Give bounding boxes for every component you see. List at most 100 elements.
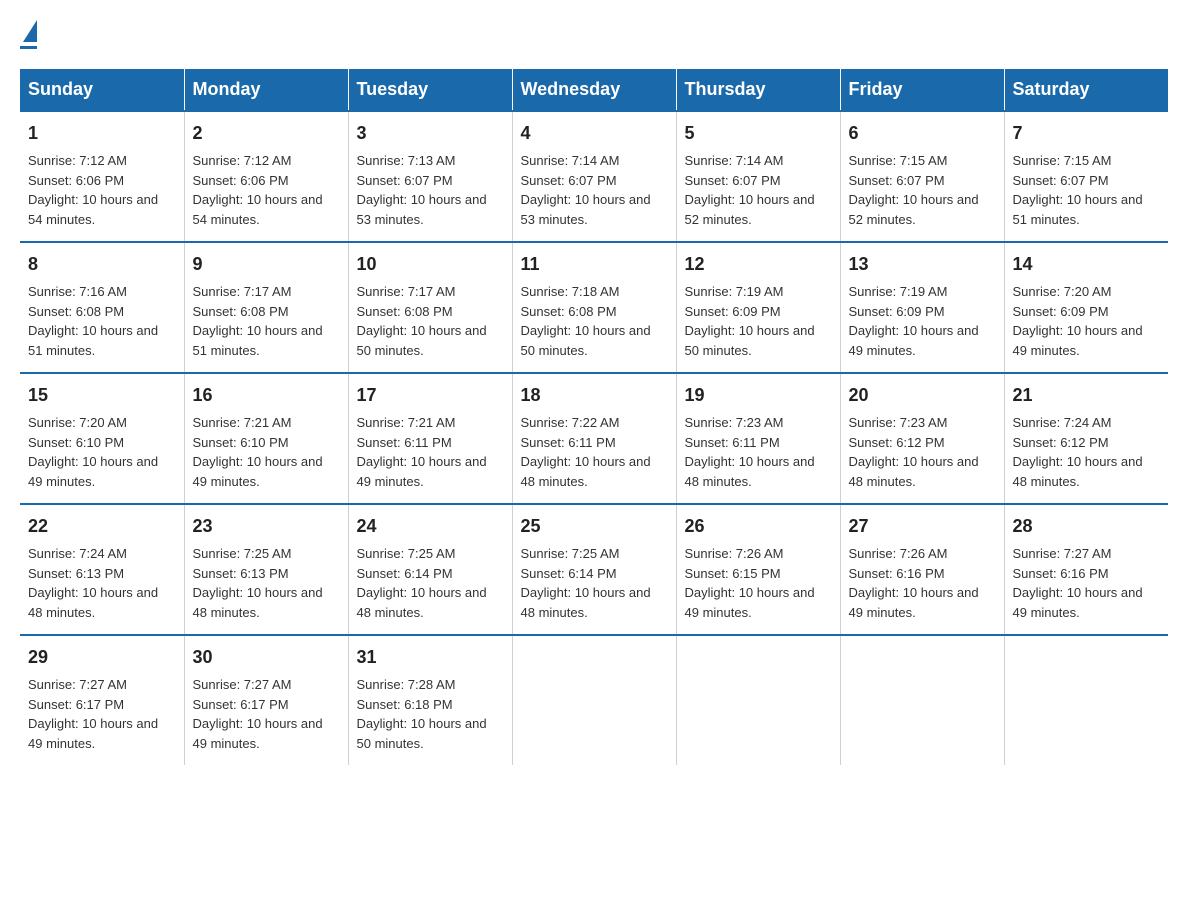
daylight-label: Daylight: 10 hours and 54 minutes. (28, 192, 158, 227)
calendar-cell (512, 635, 676, 765)
daylight-label: Daylight: 10 hours and 52 minutes. (685, 192, 815, 227)
daylight-label: Daylight: 10 hours and 51 minutes. (28, 323, 158, 358)
day-number: 17 (357, 382, 504, 409)
weekday-header-thursday: Thursday (676, 69, 840, 111)
sunset-label: Sunset: 6:08 PM (357, 304, 453, 319)
calendar-cell: 30Sunrise: 7:27 AMSunset: 6:17 PMDayligh… (184, 635, 348, 765)
sunrise-label: Sunrise: 7:27 AM (193, 677, 292, 692)
sunrise-label: Sunrise: 7:24 AM (28, 546, 127, 561)
daylight-label: Daylight: 10 hours and 48 minutes. (357, 585, 487, 620)
daylight-label: Daylight: 10 hours and 48 minutes. (193, 585, 323, 620)
logo-underline (20, 46, 37, 49)
sunrise-label: Sunrise: 7:21 AM (357, 415, 456, 430)
sunset-label: Sunset: 6:07 PM (849, 173, 945, 188)
daylight-label: Daylight: 10 hours and 49 minutes. (1013, 585, 1143, 620)
sunrise-label: Sunrise: 7:16 AM (28, 284, 127, 299)
calendar-cell: 7Sunrise: 7:15 AMSunset: 6:07 PMDaylight… (1004, 111, 1168, 242)
sunset-label: Sunset: 6:07 PM (357, 173, 453, 188)
week-row-5: 29Sunrise: 7:27 AMSunset: 6:17 PMDayligh… (20, 635, 1168, 765)
day-number: 3 (357, 120, 504, 147)
weekday-header-tuesday: Tuesday (348, 69, 512, 111)
sunrise-label: Sunrise: 7:27 AM (1013, 546, 1112, 561)
weekday-header-monday: Monday (184, 69, 348, 111)
calendar-cell: 26Sunrise: 7:26 AMSunset: 6:15 PMDayligh… (676, 504, 840, 635)
calendar-cell: 24Sunrise: 7:25 AMSunset: 6:14 PMDayligh… (348, 504, 512, 635)
week-row-3: 15 Sunrise: 7:20 AM Sunset: 6:10 PM Dayligh… (20, 373, 1168, 504)
logo-triangle-icon (23, 20, 37, 42)
sunrise-label: Sunrise: 7:25 AM (357, 546, 456, 561)
day-number: 10 (357, 251, 504, 278)
daylight-label: Daylight: 10 hours and 49 minutes. (28, 454, 158, 489)
daylight-label: Daylight: 10 hours and 50 minutes. (357, 323, 487, 358)
sunset-label: Sunset: 6:09 PM (685, 304, 781, 319)
sunset-label: Sunset: 6:12 PM (849, 435, 945, 450)
week-row-2: 8Sunrise: 7:16 AMSunset: 6:08 PMDaylight… (20, 242, 1168, 373)
sunset-label: Sunset: 6:06 PM (28, 173, 124, 188)
daylight-label: Daylight: 10 hours and 50 minutes. (357, 716, 487, 751)
daylight-label: Daylight: 10 hours and 52 minutes. (849, 192, 979, 227)
weekday-header-saturday: Saturday (1004, 69, 1168, 111)
calendar-cell: 10 Sunrise: 7:17 AM Sunset: 6:08 PM Dayligh… (348, 242, 512, 373)
day-number: 21 (1013, 382, 1161, 409)
calendar-cell: 2Sunrise: 7:12 AMSunset: 6:06 PMDaylight… (184, 111, 348, 242)
sunrise-label: Sunrise: 7:13 AM (357, 153, 456, 168)
sunset-label: Sunset: 6:16 PM (849, 566, 945, 581)
sunset-label: Sunset: 6:12 PM (1013, 435, 1109, 450)
daylight-label: Daylight: 10 hours and 53 minutes. (521, 192, 651, 227)
daylight-label: Daylight: 10 hours and 48 minutes. (28, 585, 158, 620)
daylight-label: Daylight: 10 hours and 50 minutes. (685, 323, 815, 358)
sunset-label: Sunset: 6:11 PM (685, 435, 780, 450)
sunset-label: Sunset: 6:13 PM (193, 566, 289, 581)
sunrise-label: Sunrise: 7:12 AM (28, 153, 127, 168)
sunset-label: Sunset: 6:07 PM (521, 173, 617, 188)
sunset-label: Sunset: 6:16 PM (1013, 566, 1109, 581)
calendar-cell: 19Sunrise: 7:23 AMSunset: 6:11 PMDayligh… (676, 373, 840, 504)
calendar-cell: 4Sunrise: 7:14 AMSunset: 6:07 PMDaylight… (512, 111, 676, 242)
sunrise-label: Sunrise: 7:20 AM (1013, 284, 1112, 299)
calendar-cell: 23 Sunrise: 7:25 AM Sunset: 6:13 PM Dayligh… (184, 504, 348, 635)
calendar-table: SundayMondayTuesdayWednesdayThursdayFrid… (20, 69, 1168, 765)
sunset-label: Sunset: 6:17 PM (193, 697, 289, 712)
sunset-label: Sunset: 6:17 PM (28, 697, 124, 712)
calendar-cell: 9Sunrise: 7:17 AMSunset: 6:08 PMDaylight… (184, 242, 348, 373)
sunrise-label: Sunrise: 7:27 AM (28, 677, 127, 692)
day-number: 5 (685, 120, 832, 147)
calendar-cell: 31Sunrise: 7:28 AMSunset: 6:18 PMDayligh… (348, 635, 512, 765)
calendar-cell: 18Sunrise: 7:22 AMSunset: 6:11 PMDayligh… (512, 373, 676, 504)
sunset-label: Sunset: 6:14 PM (357, 566, 453, 581)
sunset-label: Sunset: 6:11 PM (357, 435, 452, 450)
daylight-label: Daylight: 10 hours and 49 minutes. (849, 585, 979, 620)
calendar-cell: 16Sunrise: 7:21 AMSunset: 6:10 PMDayligh… (184, 373, 348, 504)
day-number: 7 (1013, 120, 1161, 147)
calendar-cell: 6Sunrise: 7:15 AMSunset: 6:07 PMDaylight… (840, 111, 1004, 242)
day-number: 23 (193, 513, 340, 540)
sunset-label: Sunset: 6:15 PM (685, 566, 781, 581)
sunrise-label: Sunrise: 7:17 AM (357, 284, 456, 299)
calendar-cell: 12Sunrise: 7:19 AMSunset: 6:09 PMDayligh… (676, 242, 840, 373)
daylight-label: Daylight: 10 hours and 48 minutes. (1013, 454, 1143, 489)
sunrise-label: Sunrise: 7:25 AM (521, 546, 620, 561)
day-number: 13 (849, 251, 996, 278)
sunrise-label: Sunrise: 7:17 AM (193, 284, 292, 299)
sunrise-label: Sunrise: 7:25 AM (193, 546, 292, 561)
sunset-label: Sunset: 6:06 PM (193, 173, 289, 188)
sunrise-label: Sunrise: 7:12 AM (193, 153, 292, 168)
daylight-label: Daylight: 10 hours and 54 minutes. (193, 192, 323, 227)
daylight-label: Daylight: 10 hours and 48 minutes. (685, 454, 815, 489)
week-row-1: 1Sunrise: 7:12 AMSunset: 6:06 PMDaylight… (20, 111, 1168, 242)
sunset-label: Sunset: 6:18 PM (357, 697, 453, 712)
daylight-label: Daylight: 10 hours and 49 minutes. (849, 323, 979, 358)
sunrise-label: Sunrise: 7:20 AM (28, 415, 127, 430)
sunrise-label: Sunrise: 7:23 AM (849, 415, 948, 430)
calendar-cell (1004, 635, 1168, 765)
sunset-label: Sunset: 6:10 PM (193, 435, 289, 450)
daylight-label: Daylight: 10 hours and 48 minutes. (521, 585, 651, 620)
daylight-label: Daylight: 10 hours and 49 minutes. (357, 454, 487, 489)
sunset-label: Sunset: 6:07 PM (685, 173, 781, 188)
day-number: 15 (28, 382, 176, 409)
weekday-header-wednesday: Wednesday (512, 69, 676, 111)
calendar-cell: 15Sunrise: 7:20 AMSunset: 6:10 PMDayligh… (20, 373, 184, 504)
daylight-label: Daylight: 10 hours and 51 minutes. (193, 323, 323, 358)
calendar-cell: 14Sunrise: 7:20 AMSunset: 6:09 PMDayligh… (1004, 242, 1168, 373)
sunrise-label: Sunrise: 7:19 AM (685, 284, 784, 299)
